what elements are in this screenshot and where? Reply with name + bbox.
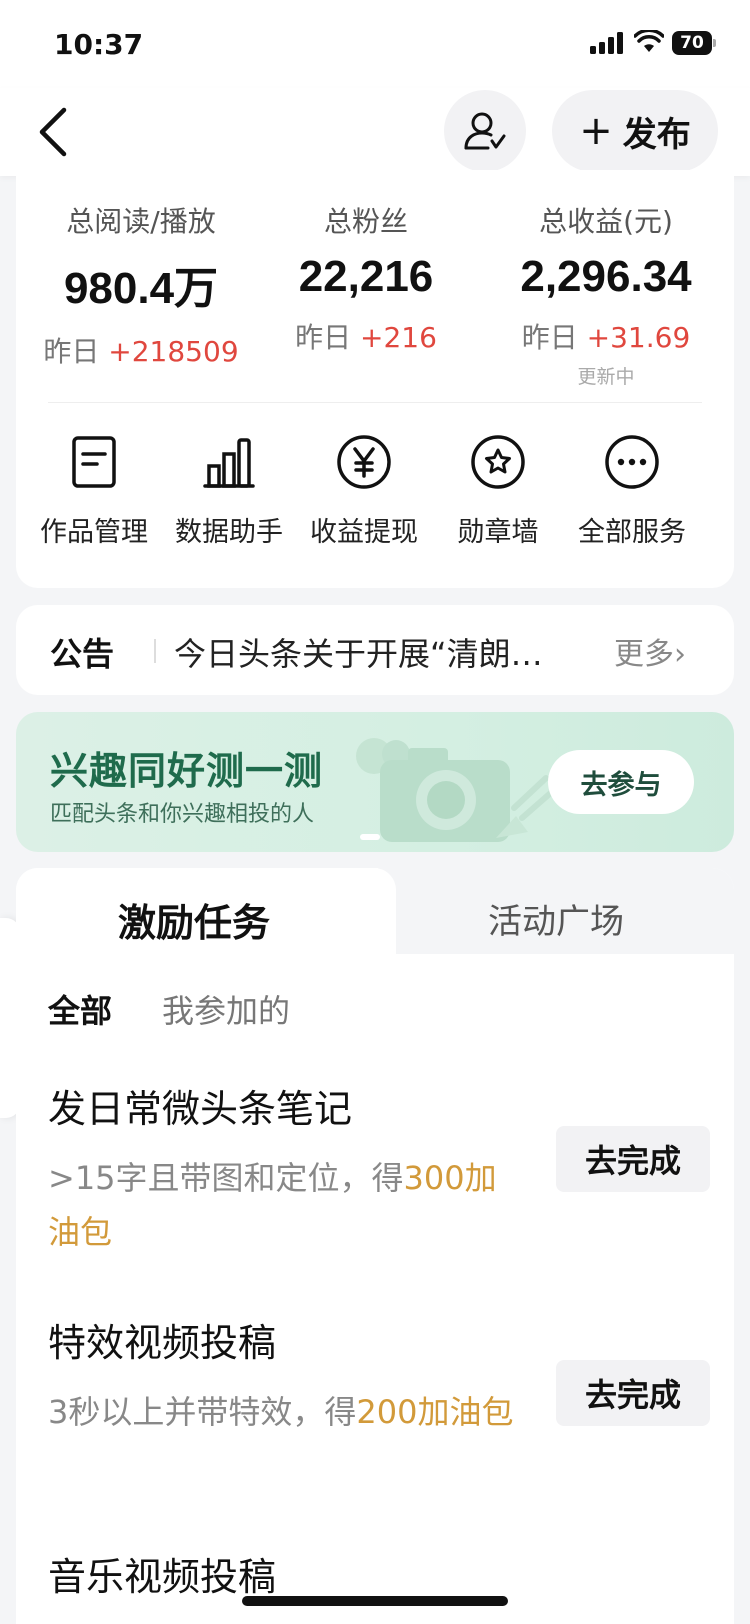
task-item: 发日常微头条笔记 >15字且带图和定位，得300加油包 去完成 [48,1078,710,1259]
wifi-icon [634,30,664,52]
task-title: 特效视频投稿 [48,1321,277,1365]
announcement-bar[interactable]: 公告 今日头条关于开展“清朗… 更多› [16,605,734,695]
stat-total-income[interactable]: 总收益(元) 2,296.34 昨日 +31.69 更新中 [486,200,726,389]
stat-yesterday: 昨日 +216 [295,321,437,354]
service-withdraw[interactable]: 收益提现 [294,432,434,549]
announcement-tag: 公告 [50,635,115,673]
announcement-more-link[interactable]: 更多› [614,629,686,673]
service-label: 全部服务 [578,517,686,548]
task-description: >15字且带图和定位，得300加油包 [48,1159,497,1251]
stat-yesterday: 昨日 +31.69 [521,321,691,354]
user-check-icon [464,112,506,150]
divider [154,639,156,663]
service-all-services[interactable]: 全部服务 [562,432,702,549]
task-complete-button[interactable]: 去完成 [556,1126,710,1192]
plus-icon: + [579,108,613,154]
home-indicator [242,1596,508,1606]
filter-joined[interactable]: 我参加的 [162,986,290,1032]
service-label: 数据助手 [175,517,283,548]
camera-illustration-icon [356,738,557,842]
service-label: 作品管理 [40,517,148,548]
task-title: 音乐视频投稿 [48,1555,277,1599]
stat-value: 2,296.34 [520,252,692,301]
stat-yesterday: 昨日 +218509 [43,335,239,368]
publish-button[interactable]: + 发布 [552,90,718,172]
more-icon [605,435,659,489]
service-label: 勋章墙 [457,517,539,548]
battery-icon: 70 [672,31,716,55]
carousel-indicator [360,834,380,840]
follow-user-button[interactable] [444,90,526,172]
stat-total-reads[interactable]: 总阅读/播放 980.4万 昨日 +218509 [32,200,250,370]
tab-label: 活动广场 [488,902,624,942]
interest-test-banner[interactable]: 兴趣同好测一测 匹配头条和你兴趣相投的人 去参与 [16,712,734,852]
top-nav: + 发布 [0,88,750,176]
task-item: 特效视频投稿 3秒以上并带特效，得200加油包 去完成 [48,1312,710,1439]
announcement-text[interactable]: 今日头条关于开展“清朗… [174,629,614,675]
stat-updating-note: 更新中 [577,366,635,388]
status-time: 10:37 [54,28,144,61]
task-reward: 200加油包 [356,1393,514,1431]
stat-label: 总阅读/播放 [66,205,216,238]
stat-label: 总收益(元) [539,205,673,238]
divider [48,402,702,403]
banner-join-button[interactable]: 去参与 [548,750,694,814]
tasks-panel: 激励任务 活动广场 全部 我参加的 发日常微头条笔记 >15字且带图和定位，得3… [16,868,734,1624]
stat-value: 980.4万 [63,264,219,313]
task-title: 发日常微头条笔记 [48,1087,353,1131]
creator-stats-card: 总阅读/播放 980.4万 昨日 +218509 总粉丝 22,216 昨日 +… [16,170,734,588]
document-icon [72,436,116,488]
banner-subtitle: 匹配头条和你兴趣相投的人 [50,802,315,827]
stat-total-fans[interactable]: 总粉丝 22,216 昨日 +216 [266,200,466,356]
yen-circle-icon [337,435,391,489]
service-medal-wall[interactable]: 勋章墙 [428,432,568,549]
task-description: 3秒以上并带特效，得200加油包 [48,1393,514,1431]
stat-value: 22,216 [298,252,434,301]
service-data-assistant[interactable]: 数据助手 [159,432,299,549]
publish-label: 发布 [622,114,691,155]
battery-level: 70 [672,31,712,55]
task-item: 音乐视频投稿 [48,1546,708,1601]
filter-all[interactable]: 全部 [48,986,112,1032]
stat-label: 总粉丝 [323,205,408,238]
tab-label: 激励任务 [118,901,271,945]
task-complete-button[interactable]: 去完成 [556,1360,710,1426]
service-content-management[interactable]: 作品管理 [24,432,164,549]
banner-title: 兴趣同好测一测 [50,749,324,793]
service-label: 收益提现 [310,517,418,548]
back-icon[interactable] [30,104,76,160]
status-bar: 10:37 70 [0,0,750,88]
medal-icon [471,435,525,489]
signal-icon [590,32,623,54]
bar-chart-icon [203,438,255,488]
